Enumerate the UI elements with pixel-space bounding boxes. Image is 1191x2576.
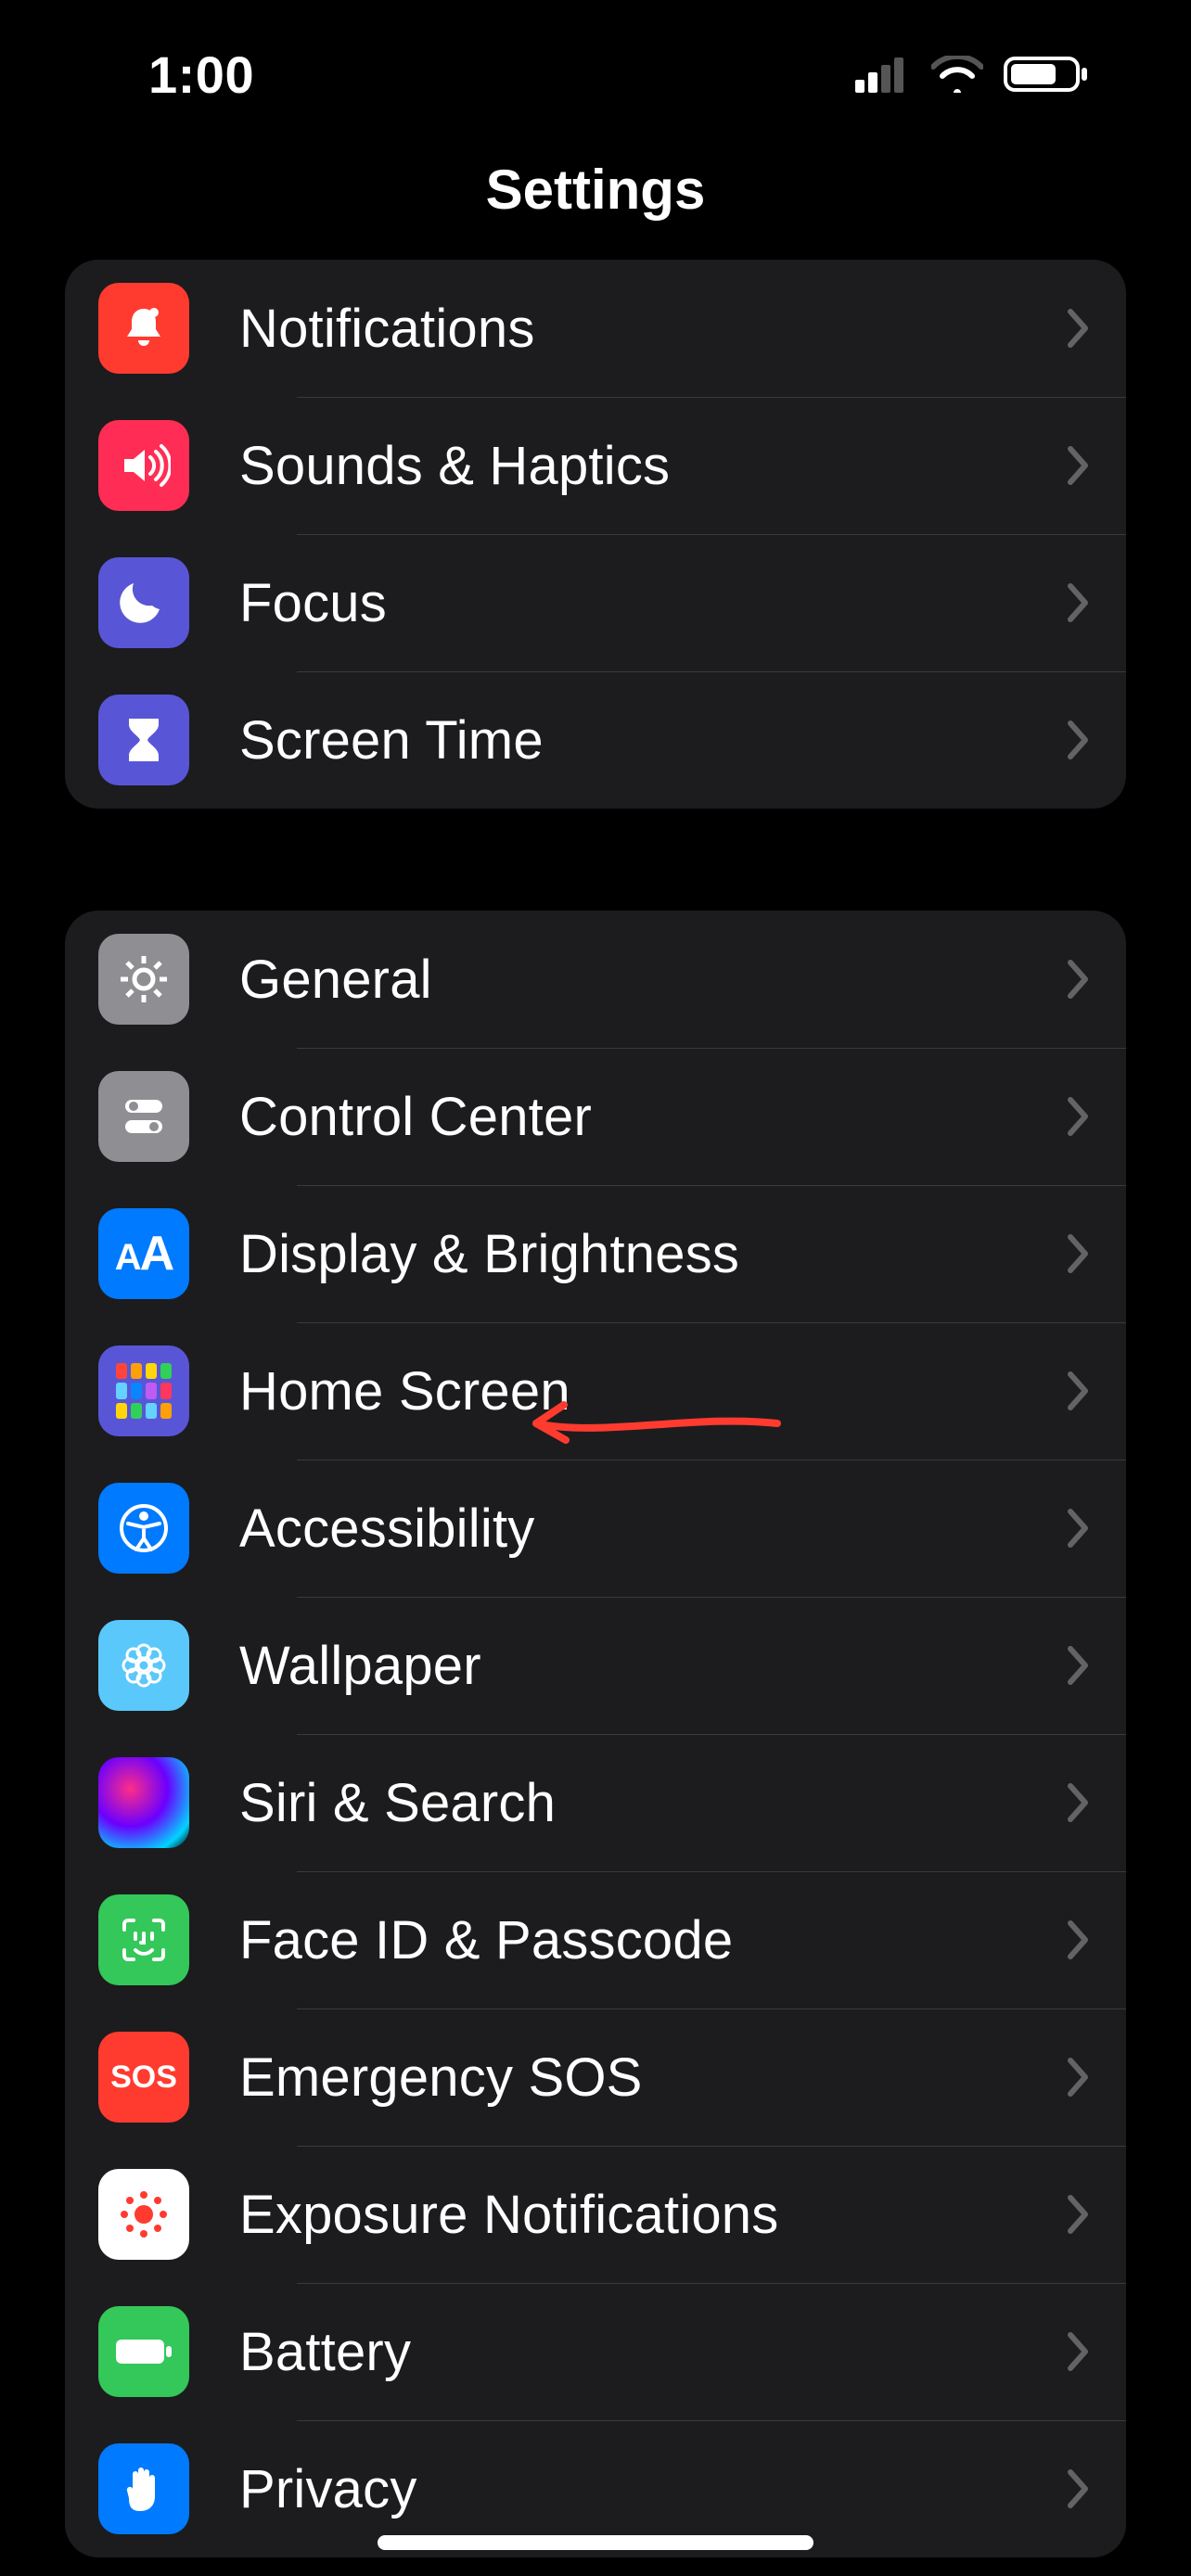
row-label: Wallpaper [239, 1635, 1065, 1697]
face-id-icon [98, 1894, 189, 1985]
row-label: Notifications [239, 298, 1065, 360]
settings-content: Notifications Sounds & Haptics Focus Scr… [0, 260, 1191, 2576]
accessibility-icon [98, 1483, 189, 1574]
flower-icon [98, 1620, 189, 1711]
chevron-right-icon [1065, 2055, 1093, 2099]
row-accessibility[interactable]: Accessibility [65, 1460, 1126, 1597]
exposure-icon [98, 2169, 189, 2260]
battery-icon [1004, 55, 1089, 94]
chevron-right-icon [1065, 1369, 1093, 1413]
text-size-icon: AA [98, 1208, 189, 1299]
chevron-right-icon [1065, 1918, 1093, 1962]
chevron-right-icon [1065, 306, 1093, 351]
row-label: Battery [239, 2321, 1065, 2383]
row-sounds-haptics[interactable]: Sounds & Haptics [65, 397, 1126, 534]
row-label: General [239, 949, 1065, 1011]
row-face-id-passcode[interactable]: Face ID & Passcode [65, 1871, 1126, 2009]
row-emergency-sos[interactable]: SOS Emergency SOS [65, 2009, 1126, 2146]
row-label: Display & Brightness [239, 1223, 1065, 1285]
chevron-right-icon [1065, 1643, 1093, 1688]
page-title: Settings [0, 158, 1191, 222]
app-grid-icon [98, 1345, 189, 1436]
chevron-right-icon [1065, 1094, 1093, 1139]
chevron-right-icon [1065, 2467, 1093, 2511]
chevron-right-icon [1065, 1780, 1093, 1825]
sos-icon: SOS [98, 2032, 189, 2123]
row-label: Emergency SOS [239, 2047, 1065, 2109]
row-label: Accessibility [239, 1498, 1065, 1560]
row-notifications[interactable]: Notifications [65, 260, 1126, 397]
row-label: Home Screen [239, 1360, 1065, 1422]
chevron-right-icon [1065, 1231, 1093, 1276]
row-label: Face ID & Passcode [239, 1909, 1065, 1971]
chevron-right-icon [1065, 957, 1093, 1001]
siri-icon [98, 1757, 189, 1848]
status-time: 1:00 [148, 45, 254, 105]
speaker-icon [98, 420, 189, 511]
cellular-icon [855, 56, 911, 93]
toggles-icon [98, 1071, 189, 1162]
row-battery[interactable]: Battery [65, 2283, 1126, 2420]
row-label: Exposure Notifications [239, 2184, 1065, 2246]
settings-group-2: General Control Center AA Display & Brig… [65, 911, 1126, 2557]
chevron-right-icon [1065, 580, 1093, 625]
home-indicator[interactable] [378, 2535, 813, 2550]
chevron-right-icon [1065, 2192, 1093, 2237]
chevron-right-icon [1065, 1506, 1093, 1550]
row-focus[interactable]: Focus [65, 534, 1126, 671]
row-wallpaper[interactable]: Wallpaper [65, 1597, 1126, 1734]
status-icons [855, 55, 1089, 94]
chevron-right-icon [1065, 2329, 1093, 2374]
row-label: Privacy [239, 2458, 1065, 2520]
chevron-right-icon [1065, 443, 1093, 488]
bell-icon [98, 283, 189, 374]
row-label: Siri & Search [239, 1772, 1065, 1834]
hourglass-icon [98, 695, 189, 785]
row-display-brightness[interactable]: AA Display & Brightness [65, 1185, 1126, 1322]
wifi-icon [931, 56, 983, 93]
row-screen-time[interactable]: Screen Time [65, 671, 1126, 809]
row-label: Focus [239, 572, 1065, 634]
battery-full-icon [98, 2306, 189, 2397]
row-exposure-notifications[interactable]: Exposure Notifications [65, 2146, 1126, 2283]
hand-icon [98, 2443, 189, 2534]
row-label: Sounds & Haptics [239, 435, 1065, 497]
row-control-center[interactable]: Control Center [65, 1048, 1126, 1185]
status-bar: 1:00 [0, 0, 1191, 148]
row-siri-search[interactable]: Siri & Search [65, 1734, 1126, 1871]
row-general[interactable]: General [65, 911, 1126, 1048]
row-label: Control Center [239, 1086, 1065, 1148]
settings-group-1: Notifications Sounds & Haptics Focus Scr… [65, 260, 1126, 809]
row-home-screen[interactable]: Home Screen [65, 1322, 1126, 1460]
moon-icon [98, 557, 189, 648]
chevron-right-icon [1065, 718, 1093, 762]
row-label: Screen Time [239, 709, 1065, 772]
gear-icon [98, 934, 189, 1025]
